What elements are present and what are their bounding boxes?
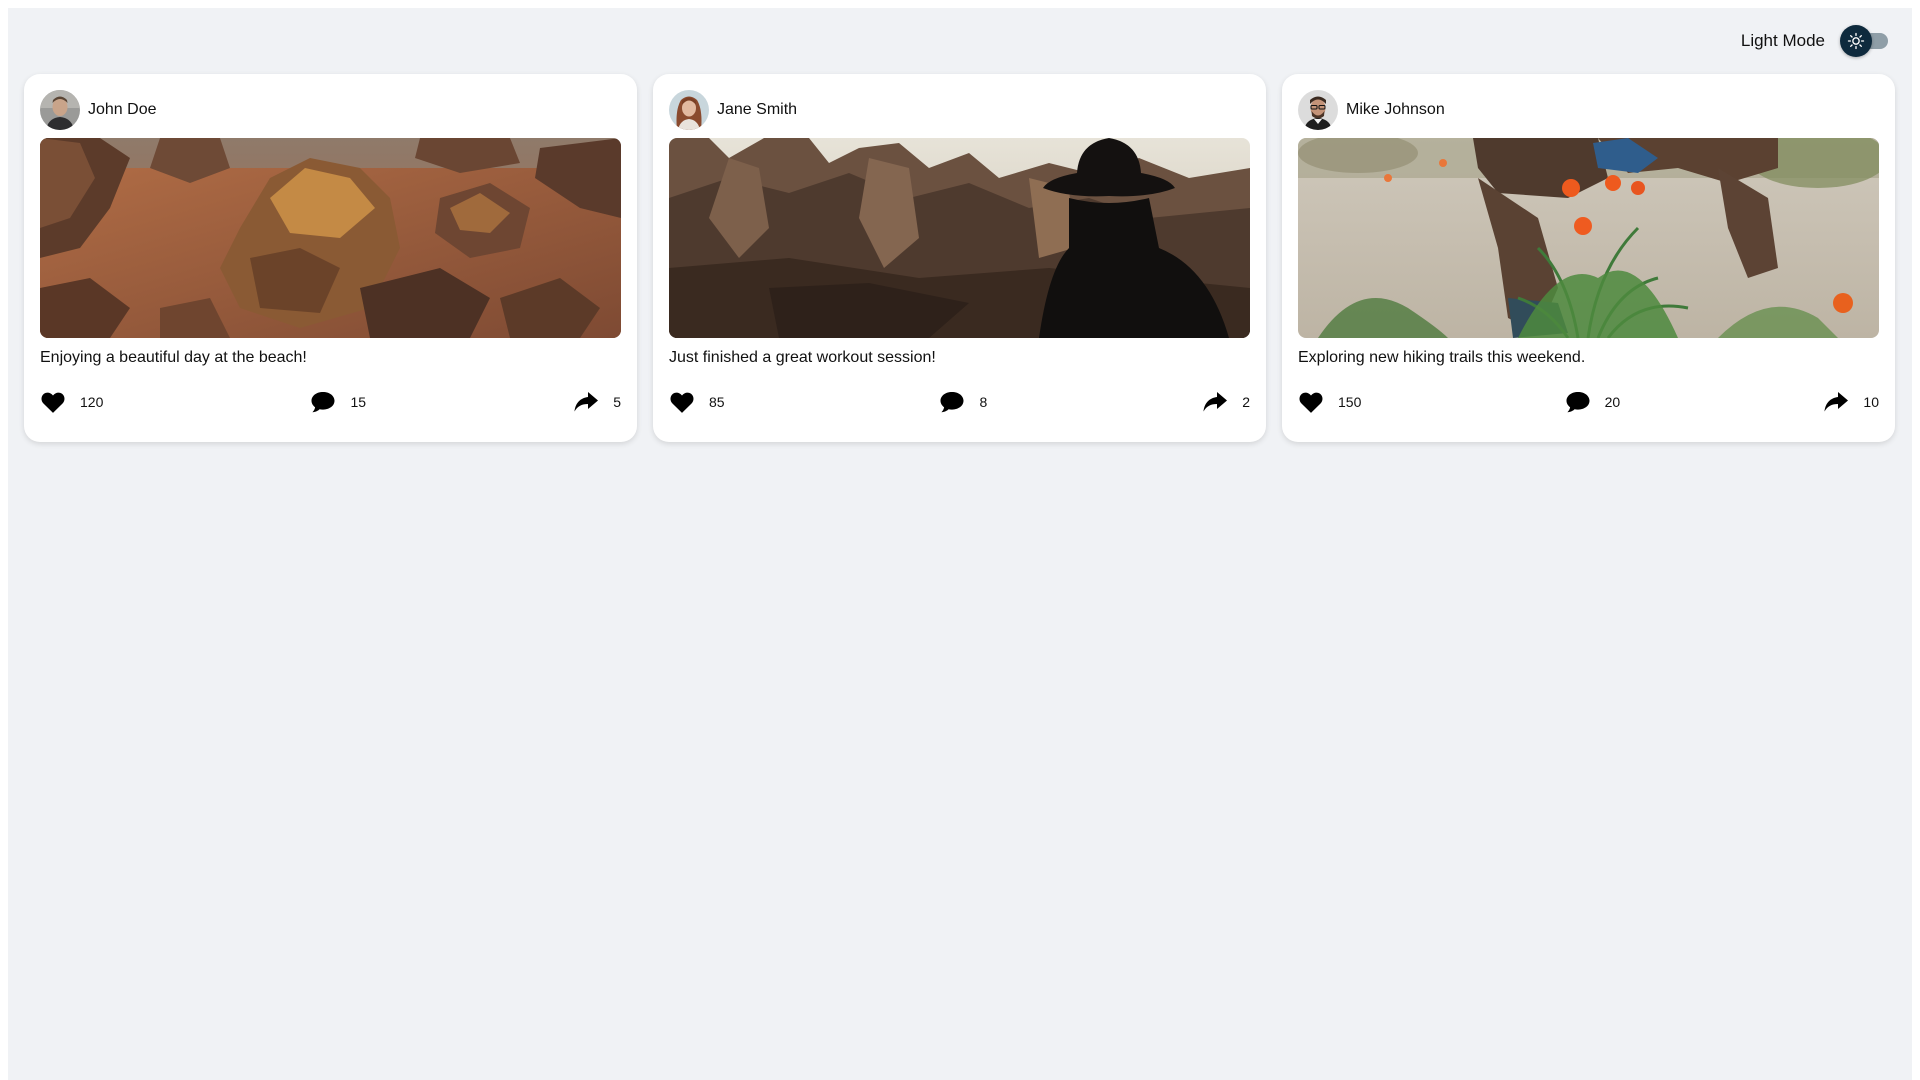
post-feed: John Doe Enjoying a beautiful day at the…: [24, 74, 1895, 442]
post-caption: Enjoying a beautiful day at the beach!: [40, 349, 307, 366]
post-card: John Doe Enjoying a beautiful day at the…: [24, 74, 637, 442]
share-button[interactable]: 5: [573, 390, 621, 414]
comment-button[interactable]: 20: [1565, 390, 1621, 414]
sun-icon: [1847, 32, 1865, 50]
post-actions: 85 8 2: [669, 388, 1250, 416]
comment-button[interactable]: 15: [310, 390, 366, 414]
heart-icon: [41, 392, 65, 413]
comment-count: 15: [350, 394, 367, 410]
heart-icon: [1299, 392, 1323, 413]
post-header: Mike Johnson: [1298, 90, 1879, 130]
like-button[interactable]: 85: [669, 390, 725, 414]
share-icon: [1203, 392, 1228, 412]
comment-icon: [311, 392, 335, 413]
share-button[interactable]: 10: [1823, 390, 1879, 414]
post-actions: 120 15 5: [40, 388, 621, 416]
comment-button[interactable]: 8: [939, 390, 987, 414]
like-button[interactable]: 150: [1298, 390, 1361, 414]
post-card: Jane Smith Just finished a great workout…: [653, 74, 1266, 442]
post-header: John Doe: [40, 90, 621, 130]
post-author[interactable]: Jane Smith: [717, 101, 797, 119]
app-background: Light Mode John Doe Enjoying a beautiful…: [8, 8, 1912, 1080]
like-count: 150: [1338, 394, 1362, 410]
share-icon: [1824, 392, 1849, 412]
comment-icon: [1566, 392, 1590, 413]
post-author[interactable]: John Doe: [88, 101, 157, 119]
post-card: Mike Johnson Exploring new hiking trails…: [1282, 74, 1895, 442]
share-count: 2: [1242, 394, 1250, 410]
post-actions: 150 20 10: [1298, 388, 1879, 416]
post-author[interactable]: Mike Johnson: [1346, 101, 1445, 119]
like-button[interactable]: 120: [40, 390, 103, 414]
avatar[interactable]: [1298, 90, 1338, 130]
avatar[interactable]: [669, 90, 709, 130]
theme-toggle[interactable]: [1840, 25, 1888, 57]
share-button[interactable]: 2: [1202, 390, 1250, 414]
share-count: 10: [1863, 394, 1879, 410]
share-count: 5: [613, 394, 621, 410]
toggle-knob: [1840, 25, 1872, 57]
like-count: 120: [80, 394, 104, 410]
post-image[interactable]: [669, 138, 1250, 338]
comment-count: 20: [1604, 394, 1621, 410]
avatar[interactable]: [40, 90, 80, 130]
like-count: 85: [709, 394, 725, 410]
post-caption: Just finished a great workout session!: [669, 349, 936, 366]
post-header: Jane Smith: [669, 90, 1250, 130]
post-image[interactable]: [40, 138, 621, 338]
post-image[interactable]: [1298, 138, 1879, 338]
comment-count: 8: [979, 394, 988, 410]
heart-icon: [670, 392, 694, 413]
comment-icon: [940, 392, 964, 413]
post-caption: Exploring new hiking trails this weekend…: [1298, 349, 1586, 366]
theme-mode-label: Light Mode: [1740, 31, 1825, 50]
theme-switcher: Light Mode: [1741, 25, 1888, 57]
share-icon: [574, 392, 599, 412]
